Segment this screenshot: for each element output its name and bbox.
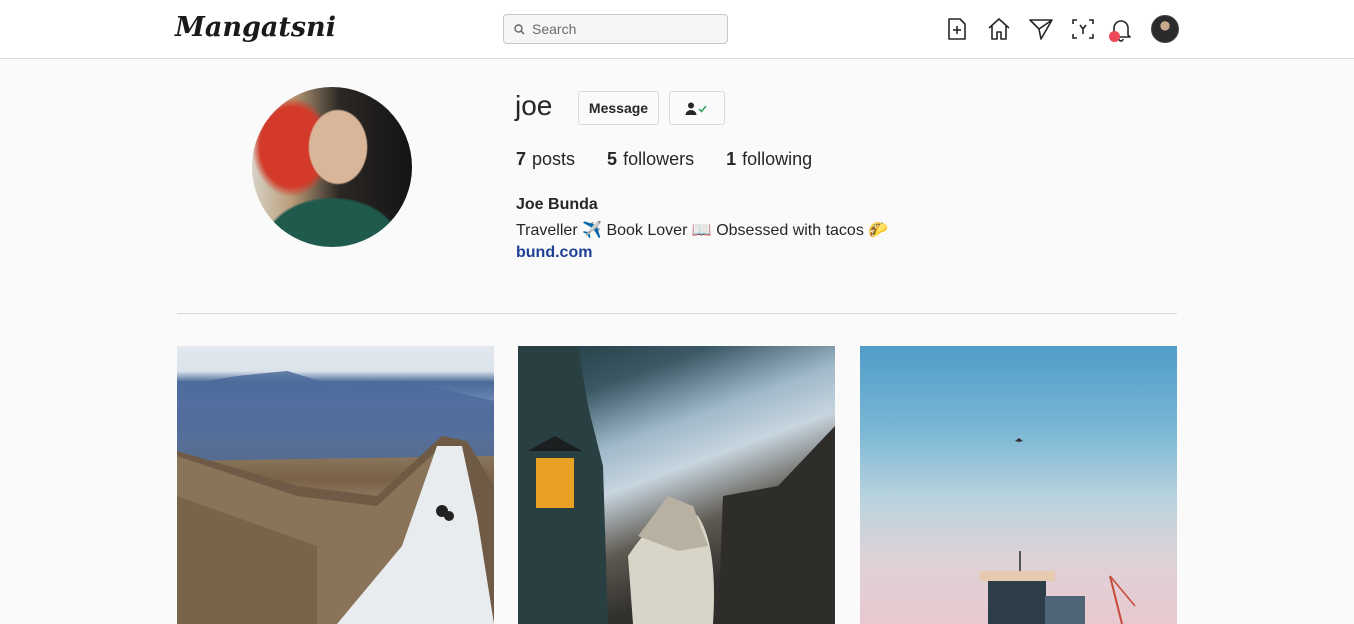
search-input[interactable] [532, 18, 722, 40]
post-thumbnail-great-wall[interactable] [177, 346, 494, 624]
following-label: following [742, 149, 813, 169]
post-image-diagon-alley [518, 346, 835, 624]
explore-button[interactable] [1070, 16, 1096, 42]
profile-stats: 7 posts 5 followers 1 following [516, 149, 844, 170]
post-thumbnail-diagon-alley[interactable] [518, 346, 835, 624]
top-nav-bar: Mangatsni [0, 0, 1354, 59]
posts-stat[interactable]: 7 posts [516, 149, 575, 170]
following-status-button[interactable] [669, 91, 725, 125]
send-icon [1029, 19, 1053, 40]
profile-bio: Traveller ✈️ Book Lover 📖 Obsessed with … [516, 222, 889, 239]
notification-badge [1109, 31, 1120, 42]
explore-icon [1072, 19, 1094, 39]
search-icon [514, 24, 525, 35]
add-post-icon [948, 18, 966, 40]
posts-count: 7 [516, 149, 527, 169]
user-check-icon [685, 102, 707, 115]
post-image-amsterdam-tower [980, 438, 1136, 624]
following-stat[interactable]: 1 following [726, 149, 812, 170]
profile-divider [177, 313, 1177, 314]
followers-count: 5 [607, 149, 618, 169]
profile-website-link[interactable]: bund.com [516, 244, 592, 262]
home-button[interactable] [986, 16, 1012, 42]
post-thumbnail-amsterdam-tower[interactable] [860, 346, 1177, 624]
app-logo[interactable]: Mangatsni [175, 12, 336, 43]
home-icon [988, 18, 1010, 40]
profile-avatar[interactable] [252, 87, 412, 247]
posts-label: posts [532, 149, 576, 169]
direct-messages-button[interactable] [1028, 16, 1054, 42]
following-count: 1 [726, 149, 737, 169]
post-image-great-wall [177, 371, 494, 624]
profile-full-name: Joe Bunda [516, 196, 598, 213]
profile-username: joe [515, 90, 553, 121]
followers-stat[interactable]: 5 followers [607, 149, 694, 170]
add-post-button[interactable] [944, 16, 970, 42]
search-box[interactable] [503, 14, 728, 44]
nav-profile-avatar[interactable] [1151, 15, 1179, 43]
followers-label: followers [623, 149, 695, 169]
message-button[interactable]: Message [578, 91, 659, 125]
